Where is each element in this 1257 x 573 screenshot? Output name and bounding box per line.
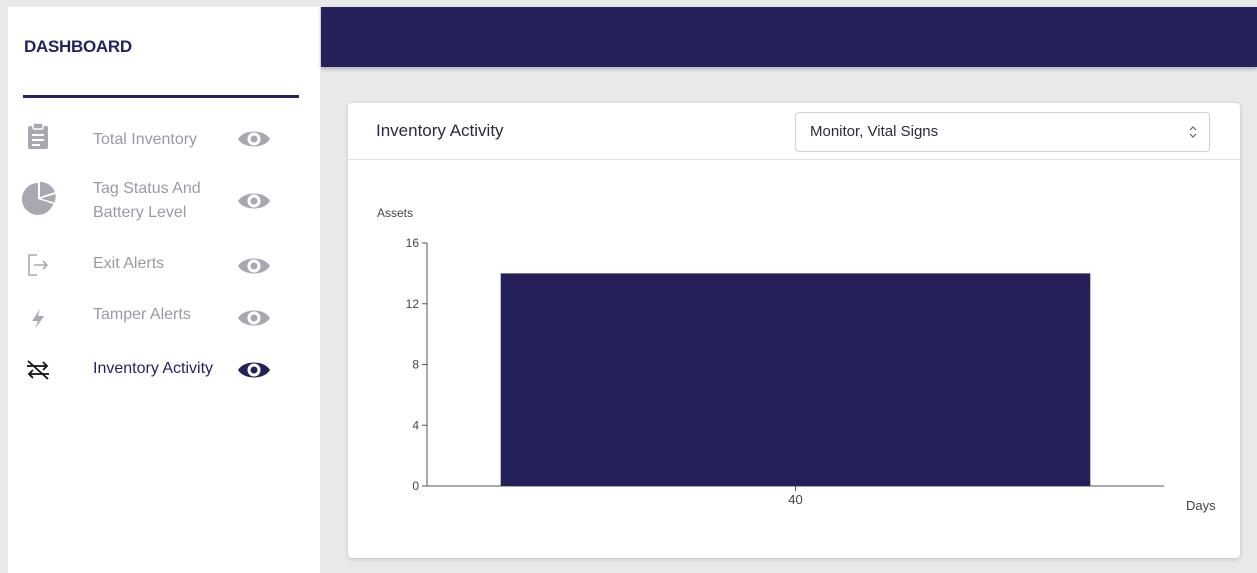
x-axis-label: Days [1186,498,1216,513]
x-tick-label: 40 [788,492,802,507]
eye-icon[interactable] [237,305,271,331]
sidebar-item-total-inventory[interactable]: Total Inventory [8,114,320,154]
bar [500,273,1091,486]
y-tick-label: 16 [406,236,420,250]
sidebar-divider [23,95,299,98]
eye-icon[interactable] [237,188,271,214]
select-value: Monitor, Vital Signs [810,123,939,140]
y-tick-label: 8 [412,358,419,372]
sidebar-item-label: Tamper Alerts [93,306,191,323]
sidebar: DASHBOARD Total Inventory Tag Status And… [8,7,320,573]
sidebar-item-inventory-activity[interactable]: Inventory Activity [8,352,320,388]
top-bar [321,7,1257,67]
lightning-icon [20,301,56,337]
clipboard-icon [20,118,56,154]
bar-chart: Assets Days 0 4 8 12 16 40 [377,206,1216,513]
sidebar-item-label: Tag Status And [93,180,201,197]
y-tick-label: 4 [412,418,419,432]
asset-type-select[interactable]: Monitor, Vital Signs [795,112,1210,152]
sidebar-item-tag-status[interactable]: Tag Status And Battery Level [8,175,320,227]
app-frame: DASHBOARD Total Inventory Tag Status And… [0,0,1257,573]
sidebar-item-exit-alerts[interactable]: Exit Alerts [8,247,320,283]
sidebar-item-label: Exit Alerts [93,255,165,272]
y-tick-label: 0 [412,479,419,493]
y-tick-label: 12 [406,297,420,311]
crossed-arrows-icon [20,352,56,388]
sidebar-item-label: Total Inventory [93,131,198,148]
card-header: Inventory Activity Monitor, Vital Signs [348,103,1240,160]
exit-icon [20,247,56,283]
eye-icon[interactable] [237,357,271,383]
inventory-activity-card: Inventory Activity Monitor, Vital Signs … [348,103,1240,558]
card-title: Inventory Activity [376,121,504,140]
eye-icon[interactable] [237,253,271,279]
sidebar-title: DASHBOARD [24,37,132,56]
sidebar-item-tamper-alerts[interactable]: Tamper Alerts [8,299,320,335]
sidebar-item-label: Inventory Activity [93,360,214,377]
y-axis-label: Assets [377,206,413,220]
chevron-up-down-icon [1187,123,1199,141]
eye-icon[interactable] [237,126,271,152]
sidebar-item-label: Battery Level [93,204,187,221]
pie-chart-icon [20,181,56,217]
